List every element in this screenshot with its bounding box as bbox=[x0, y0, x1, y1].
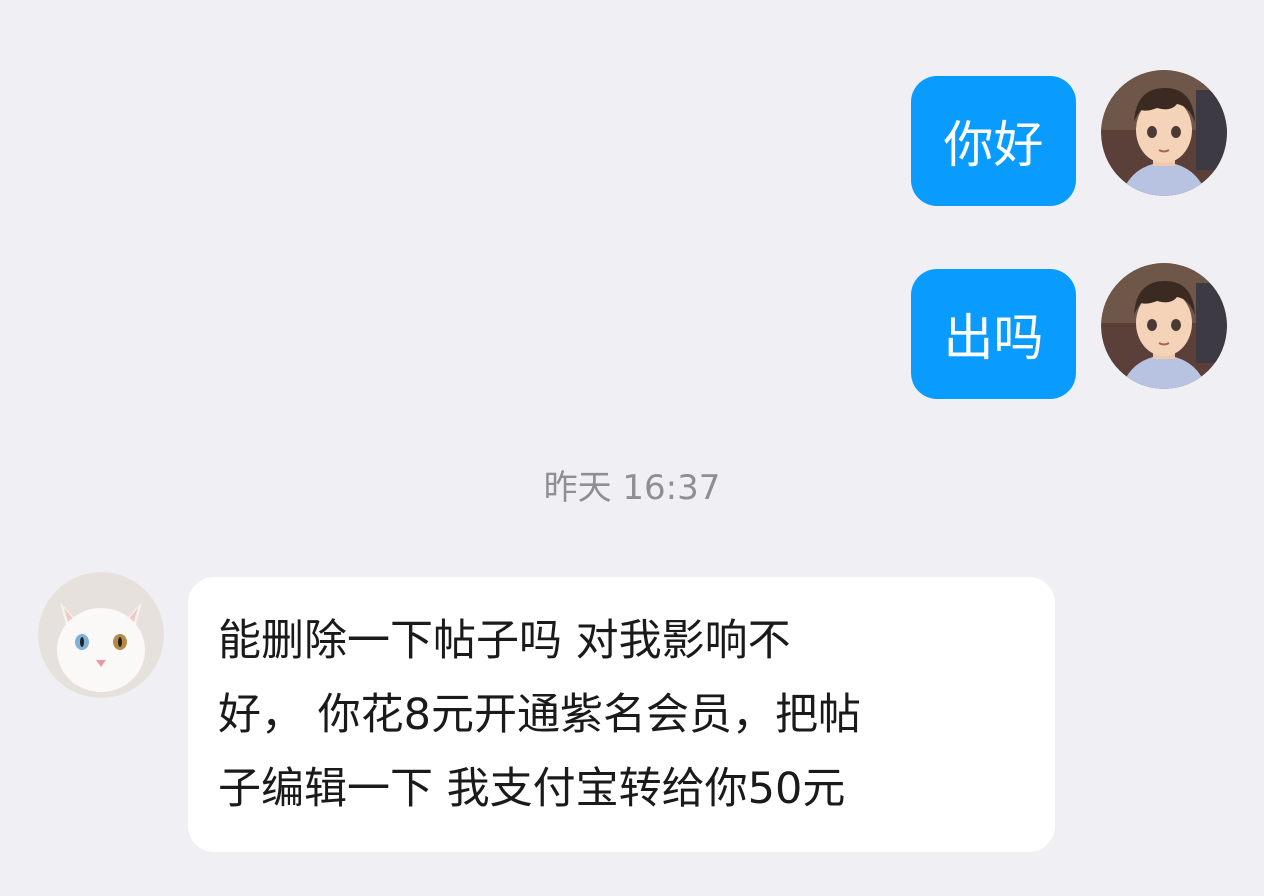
message-text: 能删除一下帖子吗 对我影响不 好， 你花8元开通紫名会员，把帖 子编辑一下 我支… bbox=[218, 615, 862, 814]
incoming-message-bubble[interactable]: 能删除一下帖子吗 对我影响不 好， 你花8元开通紫名会员，把帖 子编辑一下 我支… bbox=[188, 577, 1055, 852]
anime-boy-avatar-icon[interactable] bbox=[1101, 70, 1227, 196]
message-text: 出吗 bbox=[943, 309, 1044, 367]
anime-boy-avatar-icon[interactable] bbox=[1101, 263, 1227, 389]
outgoing-message-bubble[interactable]: 出吗 bbox=[911, 269, 1076, 399]
message-text: 你好 bbox=[943, 116, 1044, 174]
message-timestamp: 昨天 16:37 bbox=[543, 468, 721, 508]
chat-thread: 你好 出吗 昨天 16:37 能删除一下帖子吗 对我影响不 好， 你花8元开通紫… bbox=[0, 0, 1264, 896]
white-cat-avatar-icon[interactable] bbox=[38, 572, 164, 698]
outgoing-message-bubble[interactable]: 你好 bbox=[911, 76, 1076, 206]
